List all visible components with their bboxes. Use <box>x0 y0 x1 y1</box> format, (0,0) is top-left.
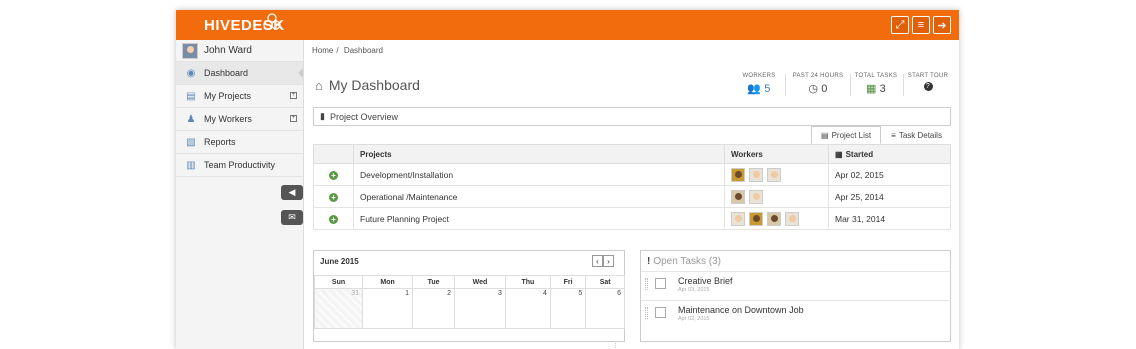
avatar[interactable] <box>749 167 763 182</box>
bar-chart-icon: ▮ <box>320 111 325 121</box>
avatar[interactable] <box>731 211 745 226</box>
calendar-icon: ▦ <box>835 149 843 159</box>
document-icon: ▤ <box>821 130 829 140</box>
add-icon[interactable]: + <box>329 214 338 224</box>
worker-avatars <box>724 185 829 208</box>
task-checkbox[interactable] <box>655 278 666 289</box>
task-checkbox[interactable] <box>655 307 666 318</box>
avatar[interactable] <box>767 211 781 226</box>
user-profile[interactable]: John Ward <box>176 40 303 62</box>
table-row[interactable]: + Operational /Maintenance Apr 25, 2014 <box>313 185 951 208</box>
project-overview-header: ▮ Project Overview <box>313 107 951 126</box>
hive-logo-icon <box>263 13 281 30</box>
sidebar-item-team-productivity[interactable]: ▥ Team Productivity <box>176 154 303 177</box>
menu-icon[interactable]: ≡ <box>912 16 930 34</box>
sidebar-item-my-workers[interactable]: ♟ My Workers + <box>176 108 303 131</box>
alert-icon: ! <box>647 256 651 267</box>
table-row[interactable]: + Future Planning Project Mar 31, 2014 <box>313 207 951 230</box>
logout-icon[interactable]: ➜ <box>933 16 951 34</box>
expand-plus-icon[interactable]: + <box>290 115 297 122</box>
sidebar-item-my-projects[interactable]: ▤ My Projects + <box>176 85 303 108</box>
stat-total-tasks[interactable]: TOTAL TASKS ▦ 3 <box>854 73 898 95</box>
calendar-month: June 2015 <box>320 257 359 266</box>
clock-icon: ◷ <box>808 83 819 95</box>
prev-month-button[interactable]: ‹ <box>592 255 603 267</box>
divider <box>903 74 904 96</box>
table-row[interactable]: + Development/Installation Apr 02, 2015 <box>313 163 951 186</box>
sidebar: John Ward ◉ Dashboard ▤ My Projects + ♟ … <box>176 40 304 349</box>
drag-handle[interactable] <box>645 278 648 290</box>
add-icon[interactable]: + <box>329 192 338 202</box>
tab-task-details[interactable]: ≡ Task Details <box>881 126 952 144</box>
tasks-icon: ▦ <box>865 83 877 95</box>
worker-avatars <box>724 207 829 230</box>
calendar-day[interactable]: 4 <box>504 288 551 329</box>
calendar-day[interactable]: 2 <box>412 288 456 329</box>
avatar[interactable] <box>785 211 799 226</box>
top-bar: HIVEDESK ⤢ ≡ ➜ <box>176 10 959 40</box>
worker-icon: ♟ <box>186 113 196 125</box>
calendar-day[interactable]: 6 <box>585 288 625 329</box>
add-icon[interactable]: + <box>329 170 338 180</box>
breadcrumb: Home / Dashboard <box>312 46 383 55</box>
worker-avatars <box>724 163 829 186</box>
calendar-nav: ‹ › <box>592 255 614 267</box>
calendar-day[interactable]: 3 <box>454 288 506 329</box>
avatar[interactable] <box>731 189 745 204</box>
tab-project-list[interactable]: ▤ Project List <box>811 126 882 144</box>
user-name: John Ward <box>204 45 252 56</box>
column-header-started: ▦ Started <box>828 144 951 164</box>
list-item[interactable]: Creative Brief Apr 03, 2015 <box>641 271 951 299</box>
calendar-day[interactable]: 31 <box>313 288 364 329</box>
drag-handle[interactable] <box>645 307 648 319</box>
active-caret <box>298 68 303 78</box>
home-icon: ⌂ <box>315 77 323 93</box>
calendar: June 2015 ‹ › Sun Mon Tue Wed Thu Fri Sa… <box>313 250 625 342</box>
calendar-grid: Sun Mon Tue Wed Thu Fri Sat 31 1 2 3 4 5… <box>313 275 625 329</box>
page-title: ⌂ My Dashboard <box>315 77 420 93</box>
chart-icon: ▥ <box>186 159 196 171</box>
breadcrumb-current: Dashboard <box>343 46 383 55</box>
document-icon: ▤ <box>186 90 196 102</box>
avatar <box>182 42 198 59</box>
app-window: HIVEDESK ⤢ ≡ ➜ John Ward ◉ Dashboard ▤ M… <box>176 10 959 349</box>
avatar[interactable] <box>767 167 781 182</box>
expand-plus-icon[interactable]: + <box>290 92 297 99</box>
users-icon: 👥 <box>747 83 762 95</box>
dashboard-icon: ◉ <box>186 67 196 79</box>
breadcrumb-home[interactable]: Home <box>312 46 333 55</box>
avatar[interactable] <box>749 211 763 226</box>
divider <box>850 74 851 96</box>
list-item[interactable]: Maintenance on Downtown Job Apr 02, 2015 <box>641 300 951 328</box>
avatar[interactable] <box>749 189 763 204</box>
open-tasks-panel: ! Open Tasks (3) Creative Brief Apr 03, 2… <box>640 250 951 342</box>
overview-tabs: ▤ Project List ≡ Task Details <box>811 126 952 144</box>
calendar-day[interactable]: 5 <box>549 288 587 329</box>
sidebar-item-reports[interactable]: ▧ Reports <box>176 131 303 154</box>
pdf-icon: ▧ <box>186 136 196 148</box>
open-tasks-header: ! Open Tasks (3) <box>647 256 721 267</box>
column-header-projects: Projects <box>353 144 725 164</box>
project-table: Projects Workers ▦ Started + Development/… <box>313 144 951 230</box>
sidebar-item-dashboard[interactable]: ◉ Dashboard <box>176 62 303 85</box>
stat-past-24-hours[interactable]: PAST 24 HOURS ◷ 0 <box>791 73 845 95</box>
divider <box>785 74 786 96</box>
collapse-sidebar-button[interactable]: ◀ <box>281 185 303 200</box>
column-header-workers: Workers <box>724 144 829 164</box>
list-icon: ≡ <box>891 130 896 140</box>
stat-start-tour[interactable]: START TOUR ? <box>907 73 949 91</box>
stat-workers[interactable]: WORKERS 👥 5 <box>739 73 779 95</box>
calendar-day[interactable]: 1 <box>362 288 414 329</box>
chat-button[interactable]: ✉ <box>281 210 303 225</box>
avatar[interactable] <box>731 167 745 182</box>
help-icon: ? <box>923 82 933 91</box>
expand-icon[interactable]: ⤢ <box>891 16 909 34</box>
next-month-button[interactable]: › <box>603 255 614 267</box>
